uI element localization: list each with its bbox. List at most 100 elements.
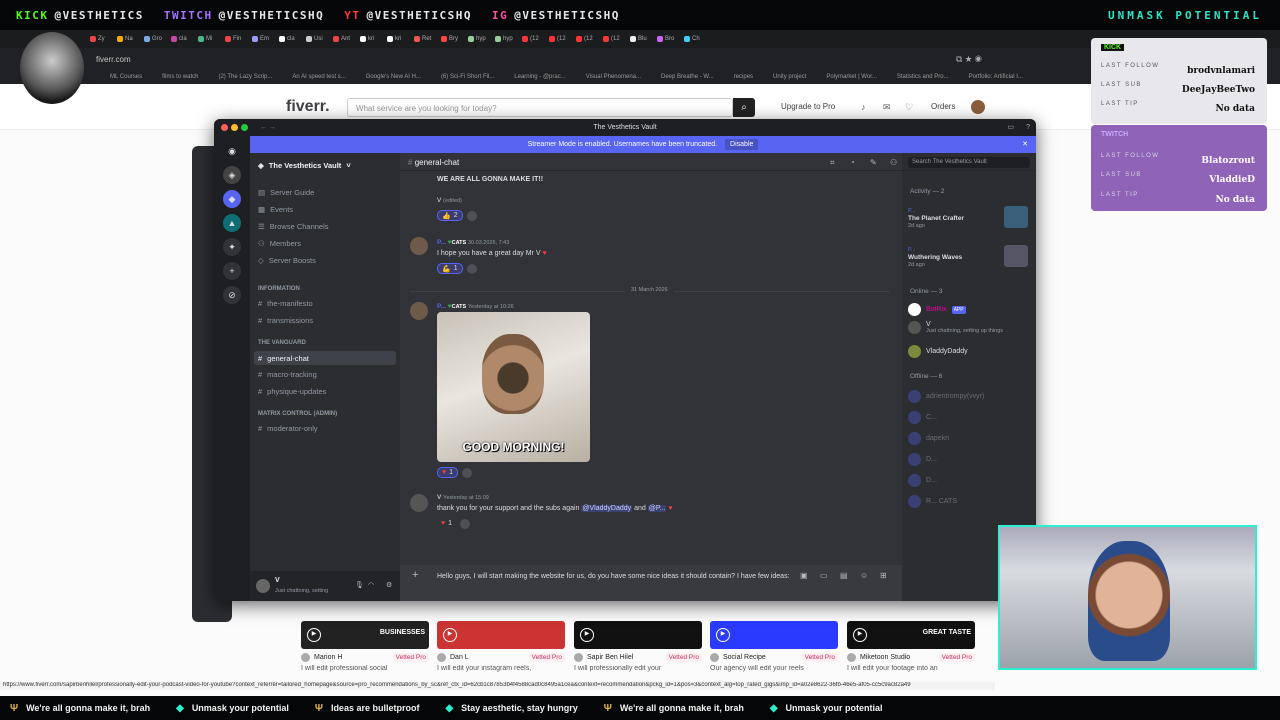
channel-moderator-only[interactable]: # moderator-only (258, 424, 318, 433)
fiverr-logo[interactable]: fiverr. (286, 98, 330, 116)
member-offline[interactable]: D... (908, 453, 937, 466)
browser-tab[interactable]: (12 (603, 33, 625, 45)
gig-thumbnail[interactable]: ▶ GREAT TASTE (847, 621, 975, 649)
reaction-muscle[interactable]: 💪 1 (437, 263, 463, 274)
bookmark-item[interactable]: films to watch (162, 74, 198, 80)
channel-physique-updates[interactable]: # physique-updates (258, 387, 326, 396)
category-matrix-control[interactable]: MATRIX CONTROL (ADMIN) (258, 411, 337, 417)
browser-tab[interactable]: Blu (630, 33, 652, 45)
activity-card[interactable]: P... The Planet Crafter 2d ago (908, 206, 1028, 229)
browser-tab[interactable]: Na (117, 33, 139, 45)
message-composer[interactable]: + Hello guys, I will start making the we… (400, 565, 902, 601)
add-reaction-icon[interactable] (460, 518, 471, 529)
gig-description[interactable]: I will professionally edit your (574, 665, 702, 672)
disable-streamer-button[interactable]: Disable (725, 139, 759, 150)
inbox-icon[interactable]: ▭ (1007, 119, 1014, 136)
discord-home-icon[interactable]: ◉ (223, 142, 241, 160)
members-link[interactable]: ⚇ Members (258, 239, 301, 248)
extensions-icon[interactable]: ⧉ ★ ◉ (956, 54, 982, 65)
mention-p[interactable]: @P... (647, 505, 667, 512)
gig-description[interactable]: I will edit your instagram reels, (437, 665, 565, 672)
reaction-heart[interactable]: ♥ 1 (437, 518, 456, 529)
browser-tab[interactable]: Zy (90, 33, 112, 45)
gig-thumbnail[interactable]: ▶ (574, 621, 702, 649)
heart-icon[interactable]: ♡ (905, 102, 913, 113)
category-vanguard[interactable]: THE VANGUARD (258, 340, 306, 346)
upgrade-pro-link[interactable]: Upgrade to Pro (781, 102, 835, 111)
play-icon[interactable]: ▶ (853, 628, 867, 642)
members-icon[interactable]: ⚇ (890, 158, 897, 167)
browser-tab[interactable]: cla (279, 33, 301, 45)
channel-macro-tracking[interactable]: # macro-tracking (258, 370, 317, 379)
address-url[interactable]: fiverr.com (96, 55, 131, 64)
browser-tab[interactable]: Bro (657, 33, 679, 45)
reaction-heart[interactable]: ♥ 1 (437, 467, 459, 478)
activity-card[interactable]: P... Wuthering Waves 2d ago (908, 245, 1028, 268)
headphones-icon[interactable]: ◠ (368, 581, 374, 589)
bookmark-item[interactable]: Deep Breathe - W... (661, 74, 714, 80)
seller-name[interactable]: Marion H (314, 654, 342, 661)
bell-icon[interactable]: ♪ (861, 102, 866, 112)
gig-card[interactable]: ▶ Social Recipe Vetted Pro Our agency wil… (710, 621, 838, 676)
browser-tab[interactable]: Mi (198, 33, 220, 45)
gig-thumbnail[interactable]: ▶ (437, 621, 565, 649)
gig-card[interactable]: ▶ GREAT TASTE Miketoon Studio Vetted Pro I… (847, 621, 975, 676)
pin-icon[interactable]: ✎ (870, 158, 877, 167)
help-icon[interactable]: ? (1026, 119, 1030, 136)
minimize-dot[interactable] (231, 124, 238, 131)
browser-tab[interactable]: (12 (549, 33, 571, 45)
bookmark-item[interactable]: Visual Phenomena... (586, 74, 641, 80)
gift-icon[interactable]: ▣ (800, 571, 808, 580)
play-icon[interactable]: ▶ (580, 628, 594, 642)
gig-thumbnail[interactable]: ▶ BUSINESSES (301, 621, 429, 649)
plus-icon[interactable]: + (412, 569, 418, 581)
browser-tab[interactable]: cla (171, 33, 193, 45)
server-icon-3[interactable]: ▲ (223, 214, 241, 232)
bookmark-item[interactable]: Unity project (773, 74, 806, 80)
close-dot[interactable] (221, 124, 228, 131)
browser-tab[interactable]: Em (252, 33, 274, 45)
bookmark-item[interactable]: (6) Sci-Fi Short Fil... (441, 74, 494, 80)
server-name[interactable]: ◈ The Vesthetics Vault ˅ (258, 161, 351, 170)
member-v[interactable]: V Just chattning, setting up things (908, 321, 1003, 334)
bookmark-item[interactable]: Polymarket | Wor... (826, 74, 876, 80)
maximize-dot[interactable] (241, 124, 248, 131)
sticker-icon[interactable]: ▤ (840, 571, 848, 580)
bookmark-item[interactable]: Google's New AI H... (366, 74, 421, 80)
browser-tab[interactable]: kri (360, 33, 382, 45)
browser-tab[interactable]: Bry (441, 33, 463, 45)
member-vladdydaddy[interactable]: VladdyDaddy (908, 345, 968, 358)
browser-tab[interactable]: (12 (522, 33, 544, 45)
fiverr-search-input[interactable]: What service are you looking for today? (347, 98, 733, 117)
add-reaction-icon[interactable] (466, 263, 477, 274)
server-vesthetics[interactable]: ◈ (223, 166, 241, 184)
play-icon[interactable]: ▶ (443, 628, 457, 642)
search-icon[interactable]: ⌕ (733, 98, 755, 117)
emoji-icon[interactable]: ☺ (860, 571, 868, 580)
add-reaction-icon[interactable] (462, 467, 473, 478)
gig-description[interactable]: I will edit professional social (301, 665, 429, 672)
bookmark-item[interactable]: recipes (734, 74, 753, 80)
seller-name[interactable]: Sapir Ben Hilel (587, 654, 633, 661)
gear-icon[interactable]: ⚙ (386, 581, 392, 589)
bookmark-item[interactable]: Statistics and Pro... (897, 74, 949, 80)
server-guide-link[interactable]: ▤ Server Guide (258, 188, 314, 197)
channel-transmissions[interactable]: # transmissions (258, 316, 313, 325)
server-icon-4[interactable]: ✦ (223, 238, 241, 256)
browser-tab[interactable]: Gro (144, 33, 166, 45)
member-offline[interactable]: D... (908, 474, 937, 487)
bookmark-item[interactable]: Learning - @prac... (514, 74, 565, 80)
threads-icon[interactable]: ⌗ (830, 158, 835, 168)
member-botrix[interactable]: BotRix APP (908, 303, 966, 316)
apps-icon[interactable]: ⊞ (880, 571, 887, 580)
browser-address-bar[interactable]: fiverr.com ⧉ ★ ◉ (0, 48, 1280, 70)
mention-vladdydaddy[interactable]: @VladdyDaddy (581, 505, 633, 512)
bookmark-item[interactable]: (2) The Lazy Scrip... (218, 74, 272, 80)
search-input[interactable]: Search The Vesthetics Vault (908, 157, 1030, 168)
browser-tab[interactable]: Ch (684, 33, 706, 45)
avatar[interactable] (256, 579, 270, 593)
play-icon[interactable]: ▶ (307, 628, 321, 642)
bookmark-item[interactable]: ML Courses (110, 74, 142, 80)
seller-name[interactable]: Social Recipe (723, 654, 766, 661)
gig-card[interactable]: ▶ Sapir Ben Hilel Vetted Pro I will profe… (574, 621, 702, 676)
